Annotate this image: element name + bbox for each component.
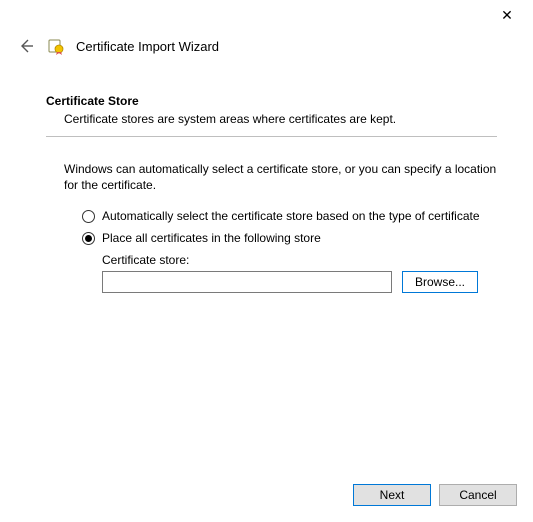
back-button[interactable] — [16, 36, 36, 56]
certificate-store-label: Certificate store: — [102, 253, 497, 267]
cancel-button[interactable]: Cancel — [439, 484, 517, 506]
back-arrow-icon — [17, 37, 35, 55]
section-subtitle: Certificate stores are system areas wher… — [64, 112, 497, 126]
radio-group: Automatically select the certificate sto… — [82, 209, 497, 245]
wizard-title: Certificate Import Wizard — [76, 39, 219, 54]
close-icon: ✕ — [501, 7, 513, 24]
certificate-store-section: Certificate store: Browse... — [102, 253, 497, 293]
radio-auto-select[interactable]: Automatically select the certificate sto… — [82, 209, 497, 223]
wizard-header: Certificate Import Wizard — [0, 30, 533, 60]
next-button-label: Next — [380, 488, 405, 502]
next-button[interactable]: Next — [353, 484, 431, 506]
browse-button[interactable]: Browse... — [402, 271, 478, 293]
close-button[interactable]: ✕ — [487, 1, 527, 29]
radio-place-store[interactable]: Place all certificates in the following … — [82, 231, 497, 245]
description-text: Windows can automatically select a certi… — [64, 161, 497, 193]
wizard-content: Certificate Store Certificate stores are… — [0, 60, 533, 293]
radio-auto-label: Automatically select the certificate sto… — [102, 209, 480, 223]
cancel-button-label: Cancel — [459, 488, 496, 502]
certificate-store-input[interactable] — [102, 271, 392, 293]
wizard-footer: Next Cancel — [353, 484, 517, 506]
radio-icon — [82, 232, 95, 245]
section-title: Certificate Store — [46, 94, 497, 108]
radio-place-label: Place all certificates in the following … — [102, 231, 321, 245]
certificate-wizard-icon — [46, 36, 66, 56]
titlebar: ✕ — [0, 0, 533, 30]
divider — [46, 136, 497, 137]
radio-icon — [82, 210, 95, 223]
browse-button-label: Browse... — [415, 275, 465, 289]
